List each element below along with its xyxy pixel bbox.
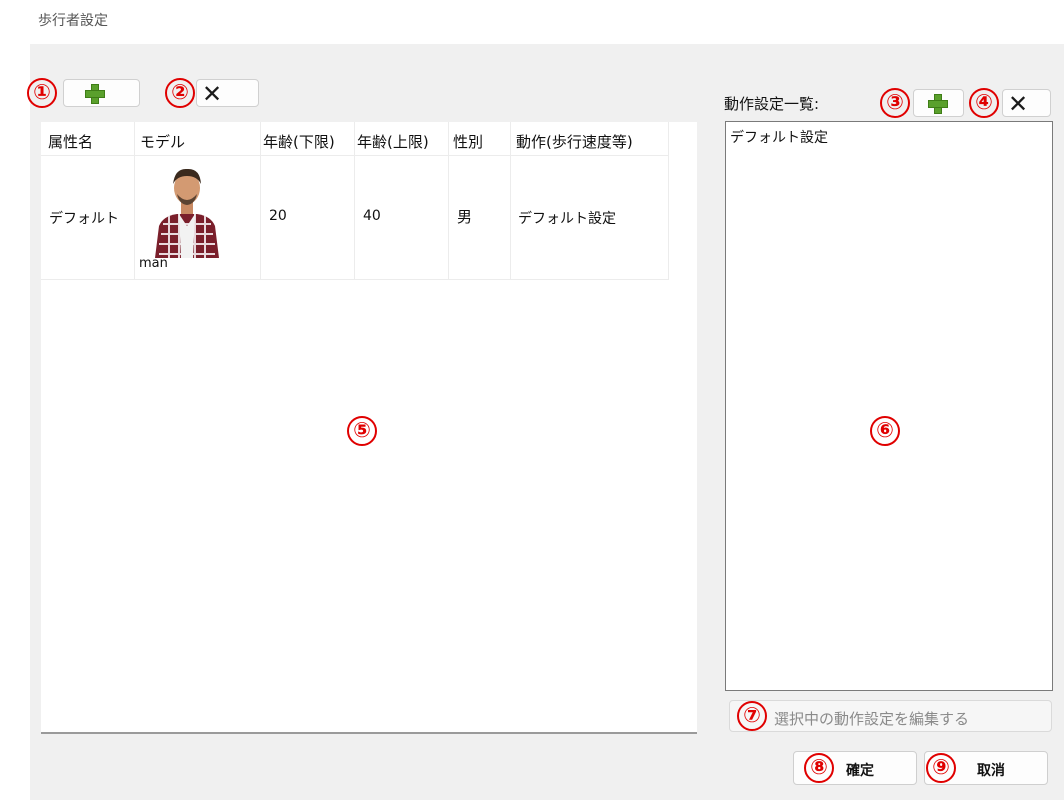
add-attribute-button[interactable] [63,79,140,107]
annotation-badge-9: ⑨ [926,753,956,783]
delete-attribute-button[interactable]: ✕ [196,79,259,107]
add-motion-button[interactable] [913,89,964,117]
table-row[interactable]: デフォルト man 20 40 男 デフォルト設定 [41,156,669,279]
column-header-motion[interactable]: 動作(歩行速度等) [516,131,633,152]
annotation-badge-2: ② [165,78,195,108]
annotation-badge-6: ⑥ [870,416,900,446]
plus-icon [85,84,105,104]
edit-motion-button[interactable]: 選択中の動作設定を編集する [729,700,1052,732]
cell-gender: 男 [457,208,473,226]
annotation-badge-8: ⑧ [804,753,834,783]
annotation-badge-5: ⑤ [347,416,377,446]
attribute-table: 属性名 モデル 年齢(下限) 年齢(上限) 性別 動作(歩行速度等) デフォルト… [41,122,669,280]
annotation-badge-3: ③ [880,88,910,118]
column-header-name[interactable]: 属性名 [48,131,93,152]
motion-list-label: 動作設定一覧: [724,95,820,113]
close-icon: ✕ [202,80,223,108]
title-bar: 歩行者設定 [0,0,1064,44]
plus-icon [928,94,948,114]
motion-list[interactable]: デフォルト設定 [725,121,1053,691]
annotation-badge-4: ④ [969,88,999,118]
cell-age-max: 40 [363,208,381,224]
column-header-age-max[interactable]: 年齢(上限) [357,131,429,152]
person-model-icon [155,168,219,258]
cell-attribute-name: デフォルト [49,211,119,227]
ok-label: 確定 [846,763,874,779]
model-caption: man [139,256,168,271]
cell-motion: デフォルト設定 [518,211,616,227]
list-item[interactable]: デフォルト設定 [730,127,828,147]
close-icon: ✕ [1008,90,1029,118]
column-header-age-min[interactable]: 年齢(下限) [263,131,335,152]
annotation-badge-7: ⑦ [737,701,767,731]
cancel-label: 取消 [977,763,1005,779]
window-title: 歩行者設定 [38,13,108,29]
row-divider [41,279,669,280]
column-header-model[interactable]: モデル [140,131,185,152]
cell-age-min: 20 [269,208,287,224]
column-header-gender[interactable]: 性別 [453,131,483,152]
edit-motion-label: 選択中の動作設定を編集する [774,710,970,728]
model-avatar [137,164,237,258]
delete-motion-button[interactable]: ✕ [1002,89,1051,117]
annotation-badge-1: ① [27,78,57,108]
